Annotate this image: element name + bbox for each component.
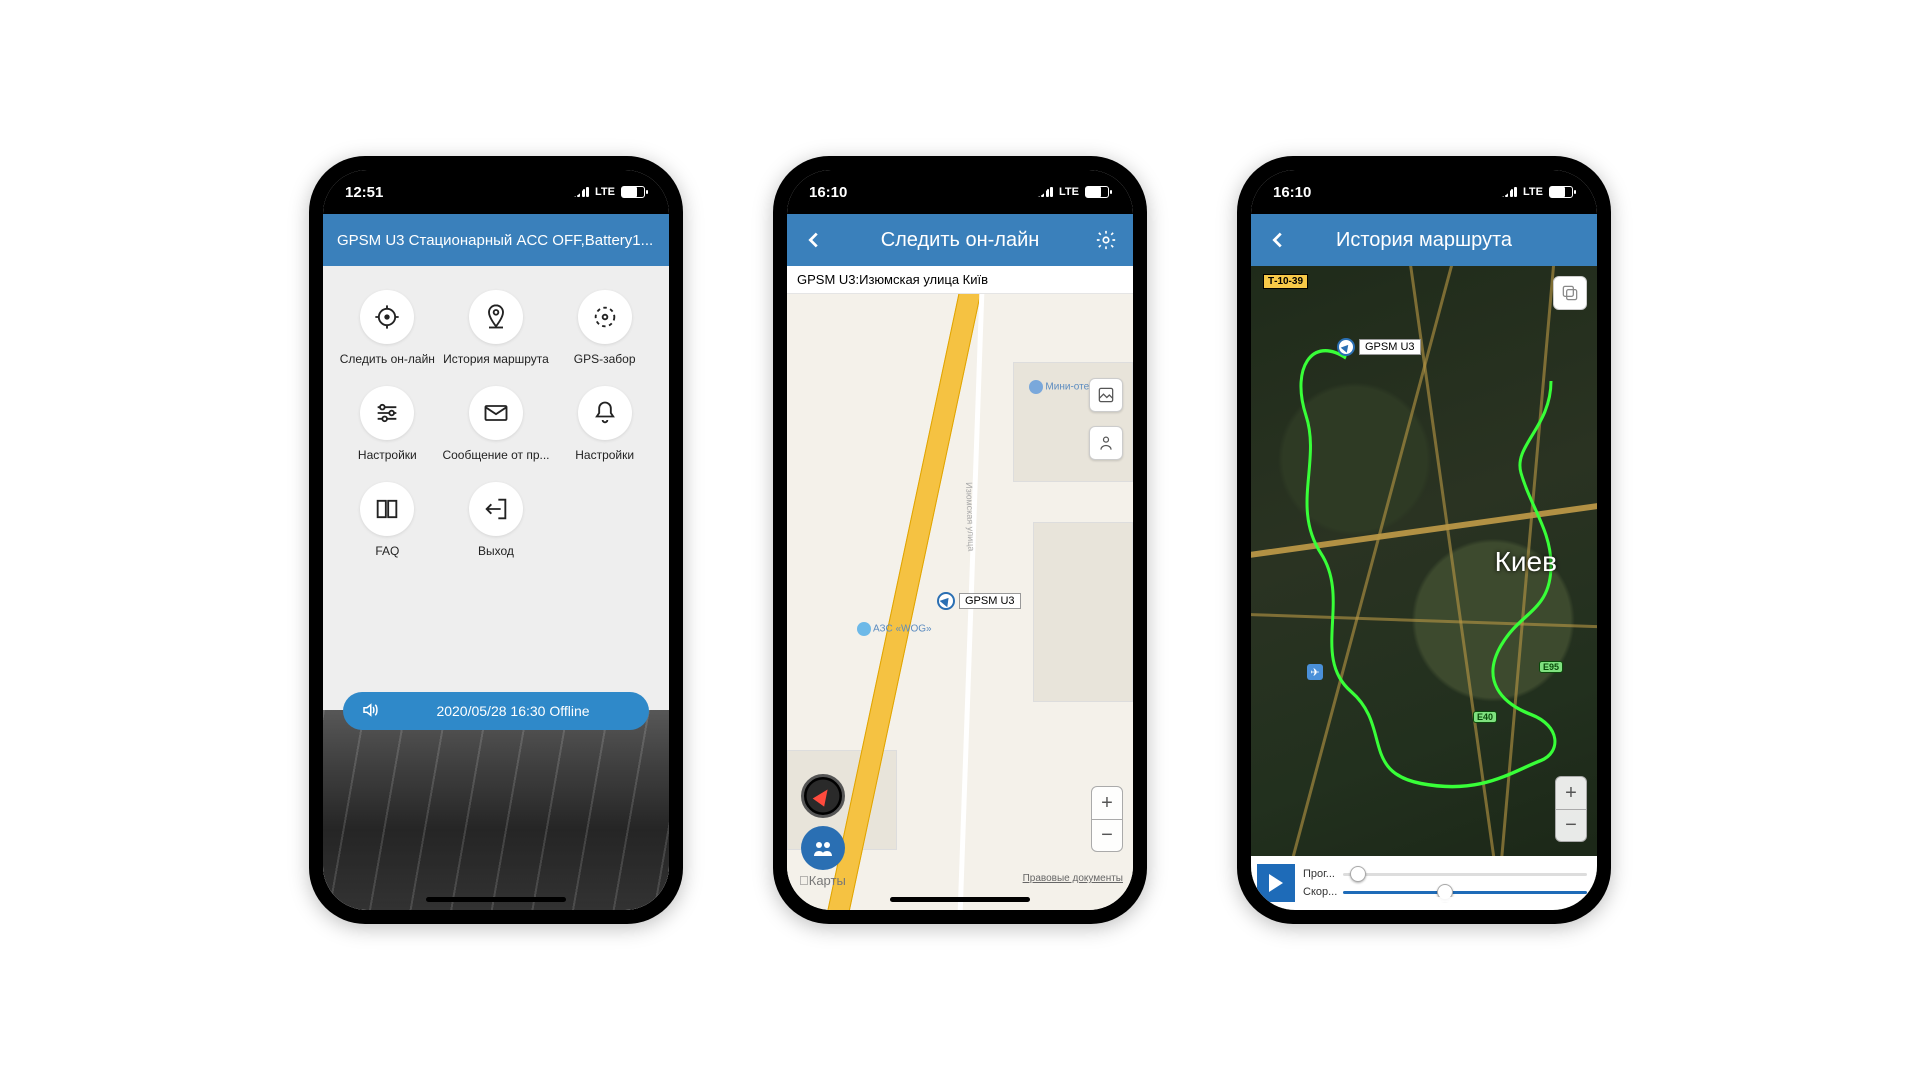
- home-indicator[interactable]: [426, 897, 566, 902]
- marker-label: GPSM U3: [1359, 339, 1421, 355]
- pin-icon: [469, 290, 523, 344]
- city-background: [323, 710, 669, 910]
- mail-icon: [469, 386, 523, 440]
- header-title: GPSM U3 Стационарный ACC OFF,Battery1...: [337, 232, 655, 249]
- back-button[interactable]: [1265, 227, 1291, 253]
- fence-icon: [578, 290, 632, 344]
- legal-link[interactable]: Правовые документы: [1023, 873, 1123, 884]
- gps-track: [1251, 266, 1597, 910]
- speed-slider[interactable]: [1343, 891, 1587, 894]
- highway-badge: E95: [1539, 661, 1563, 673]
- clock: 16:10: [1273, 184, 1311, 201]
- sliders-icon: [360, 386, 414, 440]
- map-canvas[interactable]: Изюмская улица Мини-отел... АЗС «WOG» GP…: [787, 294, 1133, 910]
- speed-label: Скор...: [1303, 886, 1339, 898]
- menu-grid: Следить он-лайн История маршрута GPS-заб…: [323, 266, 669, 568]
- clock: 12:51: [345, 184, 383, 201]
- zoom-control: + −: [1555, 776, 1587, 842]
- location-bar: GPSM U3:Изюмская улица Київ: [787, 266, 1133, 294]
- header-title: Следить он-лайн: [837, 229, 1083, 252]
- zoom-in-button[interactable]: +: [1092, 787, 1122, 819]
- header-title: История маршрута: [1301, 229, 1547, 252]
- menu-alerts[interactable]: Настройки: [550, 386, 659, 462]
- zoom-control: + −: [1091, 786, 1123, 852]
- menu-label: Сообщение от пр...: [442, 448, 549, 462]
- target-icon: [360, 290, 414, 344]
- notch: [1334, 170, 1514, 198]
- street-view-button[interactable]: [1089, 426, 1123, 460]
- map-block: [1033, 522, 1133, 702]
- satellite-map[interactable]: Т-10-39 GPSM U3 Киев E95 E40 ✈ + −: [1251, 266, 1597, 910]
- menu-label: Настройки: [358, 448, 417, 462]
- home-indicator[interactable]: [890, 897, 1030, 902]
- status-pill[interactable]: 2020/05/28 16:30 Offline: [343, 692, 649, 730]
- progress-slider[interactable]: [1343, 873, 1587, 876]
- network-label: LTE: [595, 186, 615, 198]
- zoom-out-button[interactable]: −: [1092, 819, 1122, 851]
- poi-gas[interactable]: АЗС «WOG»: [857, 622, 932, 636]
- zoom-out-button[interactable]: −: [1556, 809, 1586, 841]
- battery-icon: [1085, 186, 1109, 198]
- menu-label: Следить он-лайн: [340, 352, 435, 366]
- menu-gps-fence[interactable]: GPS-забор: [550, 290, 659, 366]
- home-indicator[interactable]: [1354, 897, 1494, 902]
- menu-label: История маршрута: [443, 352, 549, 366]
- book-icon: [360, 482, 414, 536]
- map-type-button[interactable]: [1089, 378, 1123, 412]
- layers-button[interactable]: [1553, 276, 1587, 310]
- status-text: 2020/05/28 16:30 Offline: [395, 703, 631, 719]
- play-button[interactable]: [1257, 864, 1295, 902]
- settings-button[interactable]: [1093, 227, 1119, 253]
- compass-button[interactable]: [801, 774, 845, 818]
- device-marker[interactable]: GPSM U3: [1337, 338, 1421, 356]
- back-button[interactable]: [801, 227, 827, 253]
- battery-icon: [621, 186, 645, 198]
- map-attribution: Карты: [799, 873, 846, 888]
- speaker-icon: [361, 701, 379, 722]
- battery-icon: [1549, 186, 1573, 198]
- airport-icon: ✈: [1307, 664, 1323, 680]
- fleet-button[interactable]: [801, 826, 845, 870]
- device-marker[interactable]: GPSM U3: [937, 592, 1021, 610]
- menu-messages[interactable]: Сообщение от пр...: [442, 386, 551, 462]
- menu-route-history[interactable]: История маршрута: [442, 290, 551, 366]
- phone-route-history: 16:10 LTE История маршрута: [1237, 156, 1611, 924]
- city-label: Киев: [1495, 546, 1557, 578]
- menu-label: Выход: [478, 544, 514, 558]
- menu-settings[interactable]: Настройки: [333, 386, 442, 462]
- highway-badge: E40: [1473, 711, 1497, 723]
- phone-live-tracking: 16:10 LTE Следить он-лайн GPSM U3:Изюмск…: [773, 156, 1147, 924]
- street-label: Изюмская улица: [964, 482, 976, 551]
- menu-label: FAQ: [375, 544, 399, 558]
- menu-logout[interactable]: Выход: [442, 482, 551, 558]
- notch: [406, 170, 586, 198]
- phone-main-menu: 12:51 LTE GPSM U3 Стационарный ACC OFF,B…: [309, 156, 683, 924]
- clock: 16:10: [809, 184, 847, 201]
- route-sign: Т-10-39: [1263, 274, 1308, 289]
- marker-label: GPSM U3: [959, 593, 1021, 609]
- bell-icon: [578, 386, 632, 440]
- menu-track-online[interactable]: Следить он-лайн: [333, 290, 442, 366]
- app-header: История маршрута: [1251, 214, 1597, 266]
- app-header: Следить он-лайн: [787, 214, 1133, 266]
- app-header: GPSM U3 Стационарный ACC OFF,Battery1...: [323, 214, 669, 266]
- network-label: LTE: [1523, 186, 1543, 198]
- zoom-in-button[interactable]: +: [1556, 777, 1586, 809]
- exit-icon: [469, 482, 523, 536]
- network-label: LTE: [1059, 186, 1079, 198]
- menu-label: GPS-забор: [574, 352, 636, 366]
- marker-pin-icon: [937, 592, 955, 610]
- notch: [870, 170, 1050, 198]
- progress-label: Прог...: [1303, 868, 1339, 880]
- menu-faq[interactable]: FAQ: [333, 482, 442, 558]
- menu-label: Настройки: [575, 448, 634, 462]
